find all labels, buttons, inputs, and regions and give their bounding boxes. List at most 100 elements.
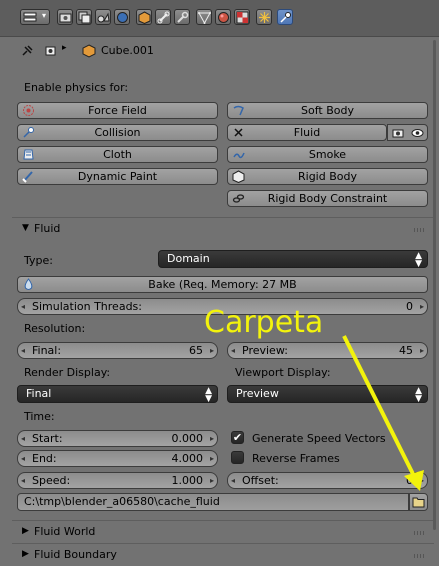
speed-field[interactable]: ◂ Speed: 1.000 ▸ [17,472,218,489]
arrow-left-icon[interactable]: ◂ [21,473,25,488]
wrench-icon [177,11,189,23]
fluid-panel-header[interactable]: ▼ Fluid [12,217,434,240]
tab-material[interactable] [215,9,231,25]
force-field-icon [23,105,34,116]
reverse-frames-checkbox[interactable] [231,451,244,464]
layers-icon [78,11,91,24]
arrow-right-icon[interactable]: ▸ [420,343,424,358]
fluid-boundary-panel-header[interactable]: ▶ Fluid Boundary [12,543,434,566]
browse-folder-button[interactable] [409,493,428,511]
generate-speed-vectors-checkbox[interactable]: ✔ [231,431,244,444]
smoke-icon [233,152,245,159]
force-field-button[interactable]: Force Field [17,102,218,119]
cube-icon [82,44,96,58]
drag-handle-icon[interactable] [414,531,426,535]
fluid-world-panel-header[interactable]: ▶ Fluid World [12,520,434,543]
chain-link-icon [232,194,245,203]
arrow-right-icon[interactable]: ▸ [210,473,214,488]
folder-icon [412,497,425,508]
tab-render-layers[interactable] [76,9,92,25]
arrow-right-icon[interactable]: ▸ [420,299,424,314]
time-end-field[interactable]: ◂ End: 4.000 ▸ [17,450,218,467]
chevron-right-icon: ▸ [62,43,67,53]
dynamic-paint-button[interactable]: Dynamic Paint [17,168,218,185]
editor-type-icon [23,12,37,22]
render-camera-icon[interactable] [392,127,405,139]
rigid-body-button[interactable]: Rigid Body [227,168,428,185]
cloth-button[interactable]: Cloth [17,146,218,163]
arrow-left-icon[interactable]: ◂ [21,299,25,314]
bake-button[interactable]: Bake (Req. Memory: 27 MB [17,276,428,293]
scrollbar[interactable] [433,40,436,530]
object-name: Cube.001 [101,44,154,57]
collision-button[interactable]: Collision [17,124,218,141]
droplet-icon [24,278,33,290]
arrow-right-icon[interactable]: ▸ [210,343,214,358]
texture-icon [236,11,249,24]
close-icon [234,128,243,137]
arrow-right-icon[interactable]: ▸ [420,473,424,488]
arrow-right-icon[interactable]: ▸ [210,431,214,446]
resolution-label: Resolution: [24,322,86,335]
fluid-button[interactable]: Fluid [227,124,387,141]
fluid-visibility-toggles [387,124,428,141]
annotation-text: Carpeta [204,305,324,340]
render-display-dropdown[interactable]: Final ▲ ▼ [17,385,218,404]
preview-resolution-field[interactable]: ◂ Preview: 45 ▸ [227,342,428,359]
tab-particles[interactable] [256,9,272,25]
reverse-frames-label: Reverse Frames [252,452,340,465]
tab-texture[interactable] [234,9,250,25]
tab-render[interactable] [57,9,73,25]
collapsed-triangle-icon: ▶ [22,526,29,536]
fluid-type-dropdown[interactable]: Domain ▲ ▼ [158,250,428,269]
editor-type-menu[interactable]: ▾ [20,9,50,25]
smoke-button[interactable]: Smoke [227,146,428,163]
generate-speed-vectors-label: Generate Speed Vectors [252,432,386,445]
drag-handle-icon[interactable] [414,228,426,232]
drag-handle-icon[interactable] [414,554,426,558]
tab-physics[interactable] [277,9,293,25]
material-icon [218,12,229,23]
arrow-left-icon[interactable]: ◂ [21,451,25,466]
arrow-left-icon[interactable]: ◂ [21,343,25,358]
physics-icon [280,12,291,23]
eye-icon[interactable] [411,127,424,139]
viewport-display-dropdown[interactable]: Preview ▲ ▼ [227,385,428,404]
pin-icon[interactable] [20,44,34,58]
arrow-left-icon[interactable]: ◂ [231,343,235,358]
arrow-left-icon[interactable]: ◂ [21,431,25,446]
tab-object[interactable] [136,9,152,25]
arrow-right-icon[interactable]: ▸ [210,451,214,466]
up-down-arrows-icon: ▲ ▼ [415,251,422,269]
world-icon [117,12,128,23]
soft-body-icon [233,105,244,116]
cache-path-input[interactable]: C:\tmp\blender_a06580\cache_fluid [17,493,409,511]
properties-header: ▾ [0,0,439,37]
mesh-data-icon [198,12,211,24]
expand-triangle-icon: ▼ [22,223,29,233]
up-down-arrows-icon: ▲ ▼ [415,386,422,404]
arrow-left-icon[interactable]: ◂ [231,473,235,488]
cube-icon [138,11,151,24]
enable-physics-label: Enable physics for: [24,81,129,94]
brush-icon [22,171,33,183]
soft-body-button[interactable]: Soft Body [227,102,428,119]
tab-scene[interactable] [95,9,111,25]
scene-icon [97,12,110,23]
collapsed-triangle-icon: ▶ [22,549,29,559]
particles-icon [259,12,270,23]
time-start-field[interactable]: ◂ Start: 0.000 ▸ [17,430,218,447]
tab-constraints[interactable] [155,9,171,25]
tab-object-data[interactable] [196,9,212,25]
tab-world[interactable] [114,9,130,25]
object-type-icon [45,46,56,56]
rigid-body-icon [232,170,245,183]
final-resolution-field[interactable]: ◂ Final: 65 ▸ [17,342,218,359]
tab-modifiers[interactable] [174,9,190,25]
camera-icon [59,13,72,23]
offset-field[interactable]: ◂ Offset: 0 ▸ [227,472,428,489]
collision-icon [23,127,34,138]
cloth-icon [23,149,34,160]
rigid-body-constraint-button[interactable]: Rigid Body Constraint [227,190,428,207]
render-display-label: Render Display: [24,366,111,379]
